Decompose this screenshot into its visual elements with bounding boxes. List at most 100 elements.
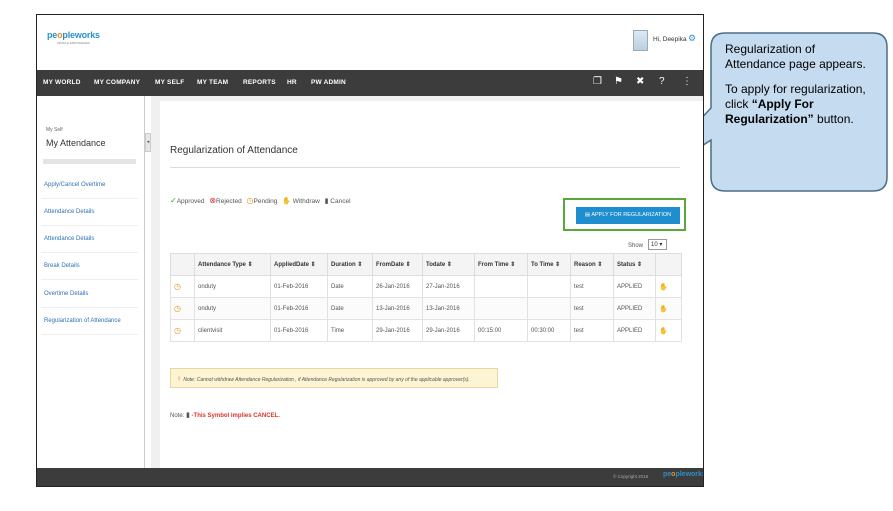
cell: Time — [327, 319, 373, 342]
cell: 01-Feb-2016 — [270, 297, 328, 320]
nav-my-world[interactable]: MY WORLD — [43, 79, 81, 86]
apply-button-highlight: ▤ APPLY FOR REGULARIZATION — [563, 198, 686, 231]
pending-clock-icon: ◷ — [174, 326, 181, 335]
cell — [474, 275, 528, 298]
user-avatar[interactable] — [633, 30, 648, 51]
cell: 13-Jan-2016 — [372, 297, 423, 320]
footer-logo: peopleworks — [663, 471, 704, 478]
divider — [41, 252, 138, 253]
cell: 13-Jan-2016 — [422, 297, 475, 320]
col-to-date[interactable]: Todate ⇕ — [422, 253, 475, 276]
col-action — [655, 253, 682, 276]
col-applied-date[interactable]: AppliedDate ⇕ — [270, 253, 328, 276]
cell: 01-Feb-2016 — [270, 319, 328, 342]
cell: onduty — [194, 297, 271, 320]
user-greeting[interactable]: Hi, Deepika — [653, 36, 687, 43]
nav-hr[interactable]: HR — [287, 79, 297, 86]
callout-line-2: To apply for regularization, click “Appl… — [725, 82, 866, 126]
cancel-symbol-note: Note: ▮ -This Symbol implies CANCEL. — [170, 412, 280, 419]
divider — [41, 307, 138, 308]
peopleworks-logo[interactable]: peopleworks — [47, 30, 100, 40]
withdraw-note: ♀ Note: Cannot withdraw Attendance Regul… — [170, 368, 498, 388]
divider — [41, 279, 138, 280]
col-to-time[interactable]: To Time ⇕ — [527, 253, 571, 276]
pending-clock-icon: ◷ — [174, 282, 181, 291]
regularization-table: Attendance Type ⇕ AppliedDate ⇕ Duration… — [170, 253, 682, 342]
cell: APPLIED — [613, 275, 656, 298]
book-icon[interactable]: ❐ — [593, 76, 602, 87]
withdraw-thumb-icon[interactable]: ✋ — [659, 328, 668, 335]
help-icon[interactable]: ? — [659, 76, 665, 87]
withdraw-thumb-icon[interactable]: ✋ — [659, 284, 668, 291]
sidebar-breadcrumb: My Self — [46, 127, 63, 133]
cell: onduty — [194, 275, 271, 298]
main-nav: MY WORLD MY COMPANY MY SELF MY TEAM REPO… — [37, 70, 703, 96]
col-from-date[interactable]: FromDate ⇕ — [372, 253, 423, 276]
withdraw-thumb-icon[interactable]: ✋ — [659, 306, 668, 313]
title-divider — [170, 167, 680, 168]
col-status-icon — [170, 253, 195, 276]
legend-cancel: Cancel — [330, 198, 351, 205]
sidebar-item-apply-cancel-overtime[interactable]: Apply/Cancel Overtime — [44, 182, 105, 188]
nav-my-company[interactable]: MY COMPANY — [94, 79, 140, 86]
divider — [41, 334, 138, 335]
callout-line-1: Regularization of Attendance page appear… — [725, 42, 866, 71]
main-content: Regularization of Attendance ✓Approved ⊗… — [151, 96, 703, 468]
page-title: Regularization of Attendance — [170, 145, 298, 156]
callout-text: Regularization of Attendance page appear… — [725, 42, 875, 137]
page-size-label: Show — [628, 243, 644, 249]
table-row: ◷ onduty 01-Feb-2016 Date 13-Jan-2016 13… — [170, 297, 682, 320]
cell: 00:15:00 — [474, 319, 528, 342]
copyright-text: © Copyright 2016 — [613, 474, 649, 479]
nav-reports[interactable]: REPORTS — [243, 79, 276, 86]
flag-icon[interactable]: ⚑ — [614, 76, 623, 87]
lightbulb-icon: ♀ — [176, 374, 182, 383]
divider — [41, 198, 138, 199]
cell: 27-Jan-2016 — [422, 275, 475, 298]
document-icon: ▤ — [584, 212, 591, 218]
cell: 29-Jan-2016 — [422, 319, 475, 342]
sidebar-divider — [43, 159, 136, 164]
cell: 00:30:00 — [527, 319, 571, 342]
legend-rejected: Rejected — [216, 198, 242, 205]
tools-icon[interactable]: ✖ — [636, 76, 644, 87]
page-size-select[interactable]: 10 ▾ — [648, 239, 667, 250]
sidebar-item-attendance-details[interactable]: Attendance Details — [44, 209, 94, 215]
cell: test — [570, 297, 614, 320]
cell: clientvisit — [194, 319, 271, 342]
sidebar-item-regularization[interactable]: Regularization of Attendance — [44, 318, 121, 324]
cancel-trash-icon: ▮ — [324, 198, 329, 205]
col-reason[interactable]: Reason ⇕ — [570, 253, 614, 276]
sidebar: My Self My Attendance Apply/Cancel Overt… — [37, 96, 145, 468]
apply-for-regularization-button[interactable]: ▤ APPLY FOR REGULARIZATION — [576, 207, 680, 224]
cell: test — [570, 319, 614, 342]
table-row: ◷ clientvisit 01-Feb-2016 Time 29-Jan-20… — [170, 319, 682, 342]
sidebar-item-overtime-details[interactable]: Overtime Details — [44, 291, 88, 297]
nav-my-self[interactable]: MY SELF — [155, 79, 184, 86]
sidebar-title: My Attendance — [46, 138, 106, 148]
col-duration[interactable]: Duration ⇕ — [327, 253, 373, 276]
divider — [41, 225, 138, 226]
cell: APPLIED — [613, 297, 656, 320]
nav-pw-admin[interactable]: PW ADMIN — [311, 79, 346, 86]
col-status[interactable]: Status ⇕ — [613, 253, 656, 276]
pending-clock-icon: ◷ — [174, 304, 181, 313]
approved-icon: ✓ — [170, 196, 177, 205]
col-attendance-type[interactable]: Attendance Type ⇕ — [194, 253, 271, 276]
top-header: peopleworks PEOPLE EMPOWERED Hi, Deepika… — [37, 15, 703, 67]
sidebar-item-break-details[interactable]: Break Details — [44, 263, 80, 269]
cell — [527, 275, 571, 298]
cell: test — [570, 275, 614, 298]
share-icon[interactable]: ⋮ — [682, 76, 692, 87]
withdraw-thumb-icon: ✋ — [282, 198, 291, 205]
sidebar-item-attendance-details-2[interactable]: Attendance Details — [44, 236, 94, 242]
settings-gear-icon[interactable]: ⚙ — [688, 33, 696, 44]
table-row: ◷ onduty 01-Feb-2016 Date 26-Jan-2016 27… — [170, 275, 682, 298]
nav-my-team[interactable]: MY TEAM — [197, 79, 228, 86]
cell — [474, 297, 528, 320]
cell: Date — [327, 297, 373, 320]
col-from-time[interactable]: From Time ⇕ — [474, 253, 528, 276]
app-window: peopleworks PEOPLE EMPOWERED Hi, Deepika… — [36, 14, 704, 487]
cancel-trash-icon: ▮ — [186, 412, 190, 419]
content-card: Regularization of Attendance ✓Approved ⊗… — [160, 101, 703, 468]
